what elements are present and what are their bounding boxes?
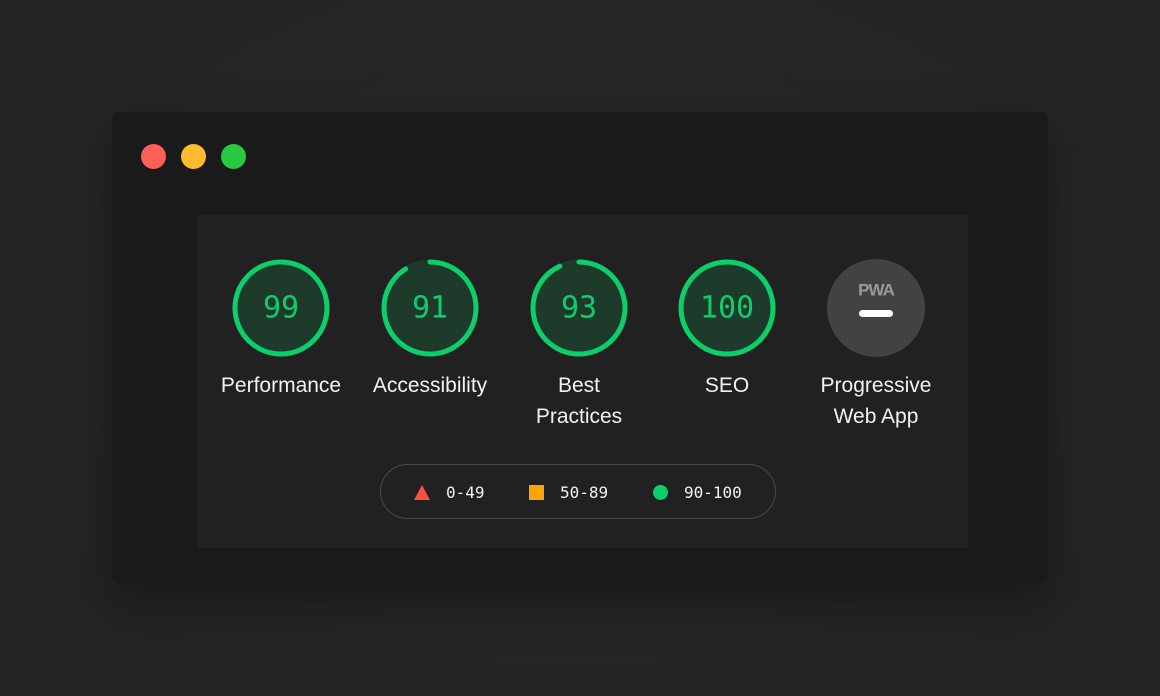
score-ring: 91 xyxy=(381,259,479,357)
gauge-performance[interactable]: 99 Performance xyxy=(207,258,355,401)
square-icon xyxy=(529,485,544,500)
score-ring: 99 xyxy=(232,259,330,357)
gauge-label: SEO xyxy=(704,374,750,397)
score-ring: 93 xyxy=(530,259,628,357)
gauge-label: Progressive Web App xyxy=(820,374,932,428)
gauge-accessibility[interactable]: 91 Accessibility xyxy=(356,258,504,401)
gauge-label: Accessibility xyxy=(372,374,488,397)
legend-average: 50-89 xyxy=(529,465,608,520)
circle-icon xyxy=(653,485,668,500)
legend-average-range: 50-89 xyxy=(560,483,609,502)
gauge-label: Performance xyxy=(220,374,342,397)
legend-fail-range: 0-49 xyxy=(446,483,485,502)
pwa-dash-icon xyxy=(859,310,893,317)
browser-window: 99 Performance 91 Accessibility 93 Best … xyxy=(112,112,1048,584)
close-window-button[interactable] xyxy=(141,144,166,169)
score-legend: 0-49 50-89 90-100 xyxy=(380,464,776,519)
maximize-window-button[interactable] xyxy=(221,144,246,169)
pwa-badge: PWA xyxy=(827,259,925,357)
score-ring: 100 xyxy=(678,259,776,357)
score-value: 100 xyxy=(700,291,754,326)
gauge-seo[interactable]: 100 SEO xyxy=(653,258,801,401)
score-value: 93 xyxy=(561,291,597,326)
pwa-logo-text: PWA xyxy=(858,280,894,299)
lighthouse-report: 99 Performance 91 Accessibility 93 Best … xyxy=(197,215,968,548)
score-value: 91 xyxy=(412,291,448,326)
legend-fail: 0-49 xyxy=(414,465,485,520)
legend-pass: 90-100 xyxy=(653,465,742,520)
gauge-best-practices[interactable]: 93 Best Practices xyxy=(505,258,653,432)
minimize-window-button[interactable] xyxy=(181,144,206,169)
score-value: 99 xyxy=(263,291,299,326)
gauge-label: Best Practices xyxy=(535,374,623,428)
gauge-pwa[interactable]: PWA Progressive Web App xyxy=(802,258,950,432)
triangle-icon xyxy=(414,485,430,500)
legend-pass-range: 90-100 xyxy=(684,483,742,502)
